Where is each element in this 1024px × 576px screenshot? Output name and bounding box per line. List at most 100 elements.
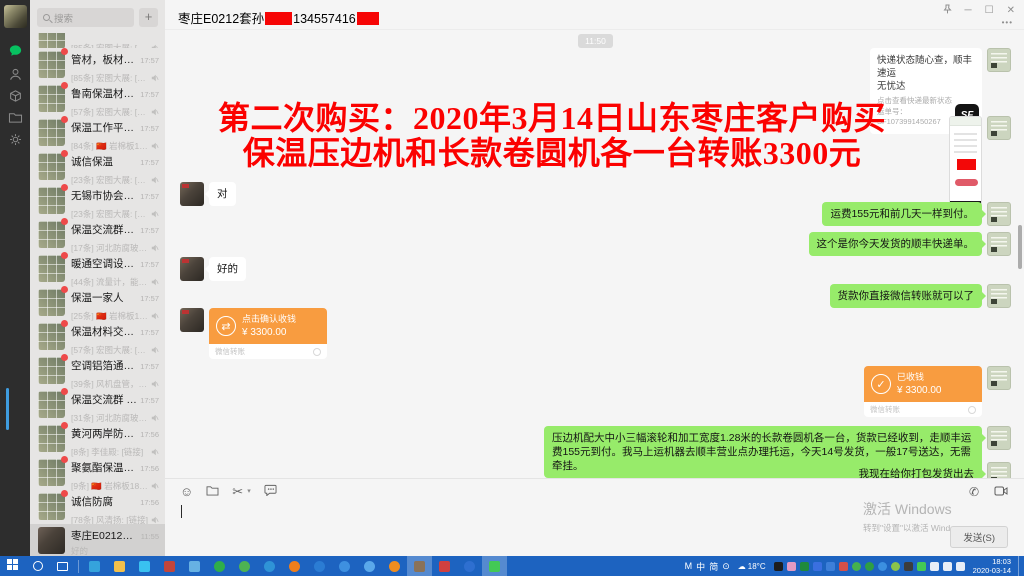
chat-list-item[interactable]: 保温工作平台（禁止…17:57[84条] 🇨🇳 岩棉板18330… (30, 116, 165, 150)
tray-jinshan-icon[interactable] (891, 562, 900, 571)
send-file-icon[interactable] (206, 485, 219, 498)
show-desktop-button[interactable] (1018, 556, 1021, 576)
sender-avatar[interactable] (987, 232, 1011, 256)
tray-safe-360-tray-icon[interactable] (852, 562, 861, 571)
taskbar-app-store[interactable] (132, 556, 157, 576)
taskbar-app-mail[interactable] (182, 556, 207, 576)
sender-avatar[interactable] (987, 366, 1011, 390)
chat-list-item[interactable]: 保温交流群（黄赌徒…17:57[17条] 河北防腐玻璃棉片… (30, 218, 165, 252)
chat-list-item[interactable]: 黄河两岸防腐保温…17:56[8条] 李佳殿: [链接] (30, 422, 165, 456)
sender-avatar[interactable] (180, 257, 204, 281)
firefox-icon (389, 561, 400, 572)
close-button[interactable]: ✕ (1007, 5, 1015, 16)
taskbar-app-cortana[interactable] (25, 556, 50, 576)
taskbar-app-safety-360[interactable] (282, 556, 307, 576)
taskbar-app-task-view[interactable] (50, 556, 75, 576)
transfer-footer-label: 微信转账 (870, 404, 900, 415)
wechat-transfer-card[interactable]: ✓已收钱¥ 3300.00微信转账 (864, 366, 982, 417)
screenshot-icon[interactable]: ✂ (232, 485, 243, 498)
weather-widget[interactable]: ☁ 18°C (738, 562, 766, 571)
nav-item-settings[interactable] (0, 129, 30, 155)
chat-history-icon[interactable] (264, 484, 277, 498)
video-call-icon[interactable] (994, 485, 1008, 499)
taskbar-app-photos-app[interactable] (157, 556, 182, 576)
taskbar-app-file-explorer[interactable] (107, 556, 132, 576)
ime-simplified[interactable]: 简 (709, 560, 718, 573)
voice-call-icon[interactable]: ✆ (969, 485, 979, 499)
chat-avatar (38, 221, 65, 248)
taskbar-app-firefox[interactable] (382, 556, 407, 576)
sender-avatar[interactable] (987, 48, 1011, 72)
more-menu-icon[interactable]: ••• (1002, 18, 1013, 27)
chat-list-item[interactable]: 保温材料交流群♻17:57[57条] 宏图大展: [动画… (30, 320, 165, 354)
tray-tray-green-icon[interactable] (800, 562, 809, 571)
tray-thunder-icon[interactable] (813, 562, 822, 571)
taskbar-app-ie-2[interactable] (332, 556, 357, 576)
chat-list-item[interactable]: 管材，板材，保温，…17:57[85条] 宏图大展: [动画… (30, 48, 165, 82)
tray-volume-icon[interactable] (930, 562, 939, 571)
sender-avatar[interactable] (987, 202, 1011, 226)
nav-item-chats[interactable] (0, 40, 30, 66)
chat-list-item[interactable]: 无锡市协会防腐保温…17:57[23条] 宏图大展: [动画… (30, 184, 165, 218)
chat-list-item[interactable]: 暖通空调设备发展交…17:57[44条] 流量计，能量计 … (30, 252, 165, 286)
chat-scrollbar[interactable] (1018, 225, 1022, 269)
tray-tray-red-icon[interactable] (839, 562, 848, 571)
minimize-button[interactable]: ─ (965, 5, 972, 16)
chat-list-item[interactable]: 诚信防腐17:56[78条] 风清扬: [链接] (30, 490, 165, 524)
sender-avatar[interactable] (987, 116, 1011, 140)
taskbar-app-green-app[interactable] (207, 556, 232, 576)
chat-list-item[interactable]: 空调铝箔通风管，发…17:57[39条] 风机盘管，风幕机… (30, 354, 165, 388)
taskbar-app-ie-3[interactable] (357, 556, 382, 576)
taskbar-app-start[interactable] (0, 556, 25, 576)
taskbar-clock[interactable]: 18:03 2020-03-14 (970, 557, 1011, 575)
input-method-bar[interactable]: M 中 简 ⊙ (685, 560, 730, 573)
chat-list-item[interactable]: 保温一家人17:57[25条] 🇨🇳 岩棉板18330… (30, 286, 165, 320)
taskbar-app-blue-app[interactable] (457, 556, 482, 576)
chat-list-item[interactable]: 鲁南保温材料群17:57[57条] 宏图大展: [动画… (30, 82, 165, 116)
add-chat-button[interactable]: + (139, 8, 158, 27)
sender-avatar[interactable] (180, 308, 204, 332)
taskbar-app-active-app[interactable] (407, 556, 432, 576)
chat-list-item[interactable]: 保温交流群 禁链接广…17:57[31条] 河北防腐玻璃棉片… (30, 388, 165, 422)
chat-list-item[interactable]: 聚氨酯保温管道交流17:56[9条] 🇨🇳 岩棉板183306… (30, 456, 165, 490)
taskbar-app-ie[interactable] (307, 556, 332, 576)
edge-icon (89, 561, 100, 572)
tray-qq-icon[interactable] (774, 562, 783, 571)
chat-name-text: 暖通空调设备发展交… (71, 258, 140, 270)
maximize-button[interactable]: ☐ (985, 5, 994, 16)
wechat-transfer-card[interactable]: ⇄点击确认收钱¥ 3300.00微信转账 (209, 308, 327, 359)
tray-wechat-tray-icon[interactable] (917, 562, 926, 571)
tray-tray-pink-icon[interactable] (787, 562, 796, 571)
taskbar-app-blue-swirl-app[interactable] (257, 556, 282, 576)
ime-lang-icon[interactable]: M (685, 561, 693, 571)
screenshot-caret-icon[interactable]: ▾ (247, 485, 251, 498)
taskbar-app-browser-360[interactable] (232, 556, 257, 576)
chat-name-text: 保温交流群 禁链接广… (71, 394, 140, 406)
taskbar-app-wechat[interactable] (482, 556, 507, 576)
taskbar-app-edge[interactable] (82, 556, 107, 576)
link-card-title: 快递状态随心查，顺丰速运无忧达 (877, 54, 975, 93)
sender-avatar[interactable] (987, 426, 1011, 450)
sender-avatar[interactable] (987, 284, 1011, 308)
taskbar-app-maxthon[interactable] (432, 556, 457, 576)
transfer-texts: 点击确认收钱¥ 3300.00 (242, 314, 296, 338)
sender-avatar[interactable] (987, 462, 1011, 478)
search-input[interactable]: 搜索 (37, 8, 134, 27)
tray-shield-icon[interactable] (826, 562, 835, 571)
tray-netdisk-icon[interactable] (878, 562, 887, 571)
tray-shield-360-icon[interactable] (865, 562, 874, 571)
chat-list-item[interactable]: 枣庄E0212套孙1…11:55好的 (30, 524, 165, 556)
ime-settings-icon[interactable]: ⊙ (722, 561, 730, 572)
chat-list-item[interactable]: 诚信保温17:57[23条] 宏图大展: [图片] (30, 150, 165, 184)
chat-list-item[interactable]: [85条] 宏图大展: [动画… (30, 33, 165, 48)
nav-item-profile-avatar[interactable] (0, 3, 30, 29)
tray-touch-keyboard-icon[interactable] (956, 562, 965, 571)
user-avatar[interactable] (4, 5, 27, 28)
tray-bubble-tray-icon[interactable] (943, 562, 952, 571)
pin-icon[interactable] (943, 4, 952, 17)
emoji-icon[interactable]: ☺ (180, 485, 193, 498)
tray-dark-tray-icon[interactable] (904, 562, 913, 571)
ime-mode[interactable]: 中 (696, 560, 705, 573)
chat-time: 17:57 (140, 396, 159, 405)
send-button[interactable]: 发送(S) (950, 526, 1008, 548)
